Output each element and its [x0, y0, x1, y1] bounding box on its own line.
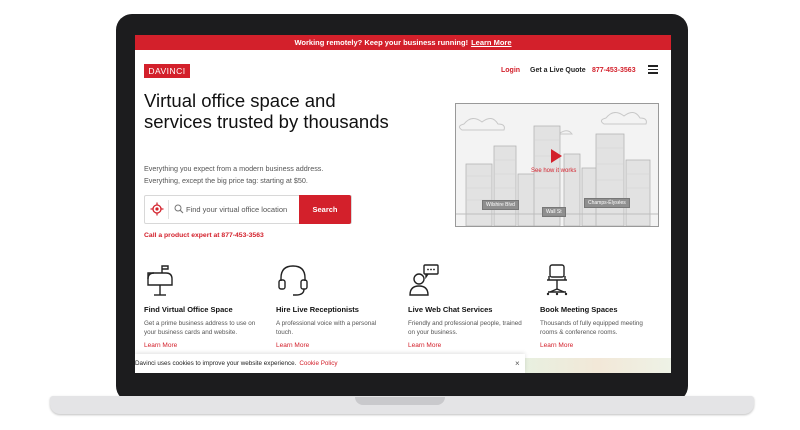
- davinci-logo[interactable]: DAVINCI: [144, 64, 190, 78]
- feature-title: Hire Live Receptionists: [276, 305, 359, 314]
- search-icon: [174, 204, 184, 214]
- promo-text: Working remotely? Keep your business run…: [294, 38, 469, 47]
- promo-learn-more-link[interactable]: Learn More: [471, 38, 511, 47]
- feature-learn-more-link[interactable]: Learn More: [144, 342, 177, 349]
- call-expert-link[interactable]: Call a product expert at 877-453-3563: [144, 232, 264, 239]
- feature-description: Friendly and professional people, traine…: [408, 320, 522, 336]
- cookie-text: Davinci uses cookies to improve your web…: [135, 360, 297, 367]
- live-quote-link[interactable]: Get a Live Quote: [530, 67, 586, 74]
- browser-screen: Working remotely? Keep your business run…: [135, 35, 671, 373]
- hero-title: Virtual office space and services truste…: [144, 90, 389, 132]
- feature-description: A professional voice with a personal tou…: [276, 320, 377, 336]
- feature-description: Thousands of fully equipped meeting room…: [540, 320, 643, 336]
- feature-learn-more-link[interactable]: Learn More: [276, 342, 309, 349]
- cookie-policy-link[interactable]: Cookie Policy: [299, 360, 337, 367]
- street-sign: Wall St: [542, 207, 566, 217]
- hero-subtitle-line-2: Everything, except the big price tag: st…: [144, 176, 308, 185]
- chat-agent-icon: [409, 264, 439, 296]
- locate-me-icon[interactable]: [150, 202, 164, 216]
- search-button[interactable]: Search: [299, 195, 351, 224]
- feature-learn-more-link[interactable]: Learn More: [408, 342, 441, 349]
- feature-title: Book Meeting Spaces: [540, 305, 618, 314]
- hero-subtitle: Everything you expect from a modern busi…: [144, 163, 384, 187]
- how-it-works-video[interactable]: See how it works Wilshire Blvd Wall St C…: [455, 103, 659, 227]
- promo-banner: Working remotely? Keep your business run…: [135, 35, 671, 50]
- location-search-bar: Search: [144, 195, 352, 224]
- cookie-banner: Davinci uses cookies to improve your web…: [135, 354, 525, 373]
- mailbox-icon: [147, 265, 173, 296]
- feature-title: Live Web Chat Services: [408, 305, 493, 314]
- see-how-it-works-label: See how it works: [531, 168, 577, 174]
- hamburger-menu-icon[interactable]: [648, 65, 658, 74]
- header-phone-link[interactable]: 877-453-3563: [592, 67, 636, 74]
- street-sign: Champs-Élysées: [584, 198, 630, 208]
- headset-icon: [278, 265, 308, 296]
- search-divider: [168, 200, 169, 219]
- location-search-input[interactable]: [186, 202, 298, 216]
- login-link[interactable]: Login: [501, 67, 520, 74]
- street-sign: Wilshire Blvd: [482, 200, 519, 210]
- feature-description: Get a prime business address to use on y…: [144, 320, 256, 336]
- office-chair-icon: [546, 264, 568, 296]
- close-icon[interactable]: ×: [515, 354, 520, 373]
- play-icon[interactable]: [551, 149, 562, 163]
- hero-subtitle-line-1: Everything you expect from a modern busi…: [144, 164, 324, 173]
- map-preview: [525, 358, 671, 373]
- feature-learn-more-link[interactable]: Learn More: [540, 342, 573, 349]
- cookie-message: Davinci uses cookies to improve your web…: [135, 354, 338, 373]
- laptop-notch: [355, 397, 445, 405]
- feature-title: Find Virtual Office Space: [144, 305, 233, 314]
